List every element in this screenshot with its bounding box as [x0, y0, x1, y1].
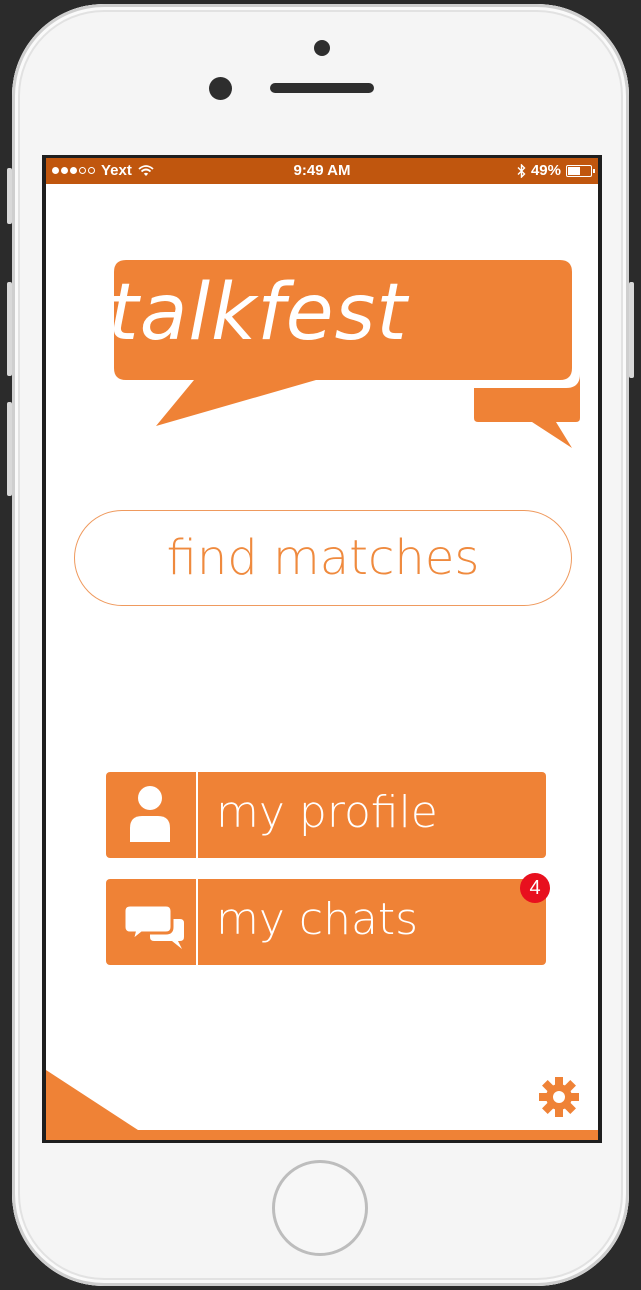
my-chats-button[interactable]: my chats 4	[106, 873, 550, 965]
profile-icon-box	[106, 772, 198, 858]
status-right: 49%	[517, 162, 595, 179]
gear-icon[interactable]	[538, 1076, 580, 1118]
unread-chats-badge: 4	[520, 873, 550, 903]
status-bar: Yext 9:49 AM 49%	[46, 158, 598, 184]
app-screen: Yext 9:49 AM 49% talkfest find matches m…	[46, 158, 598, 1140]
earpiece-speaker	[270, 83, 374, 93]
person-icon	[130, 786, 170, 842]
clock: 9:49 AM	[293, 162, 351, 179]
battery-level	[568, 166, 580, 175]
find-matches-button[interactable]: find matches	[74, 510, 572, 606]
chat-bubbles-icon	[122, 903, 184, 949]
logo-text: talkfest	[108, 268, 408, 358]
battery-percent: 49%	[530, 162, 561, 179]
battery-tip	[593, 168, 595, 173]
chats-icon-box	[106, 879, 198, 965]
my-chats-label: my chats	[216, 894, 419, 945]
bluetooth-icon	[517, 163, 526, 178]
power-button	[629, 282, 634, 378]
proximity-sensor	[314, 40, 330, 56]
screen: Yext 9:49 AM 49% talkfest find matches m…	[42, 155, 602, 1143]
front-camera	[209, 77, 232, 100]
home-button[interactable]	[272, 1160, 368, 1256]
my-profile-label: my profile	[216, 787, 438, 838]
battery-icon	[566, 164, 595, 177]
my-profile-button[interactable]: my profile	[106, 772, 546, 858]
bottom-decoration	[46, 1070, 598, 1140]
